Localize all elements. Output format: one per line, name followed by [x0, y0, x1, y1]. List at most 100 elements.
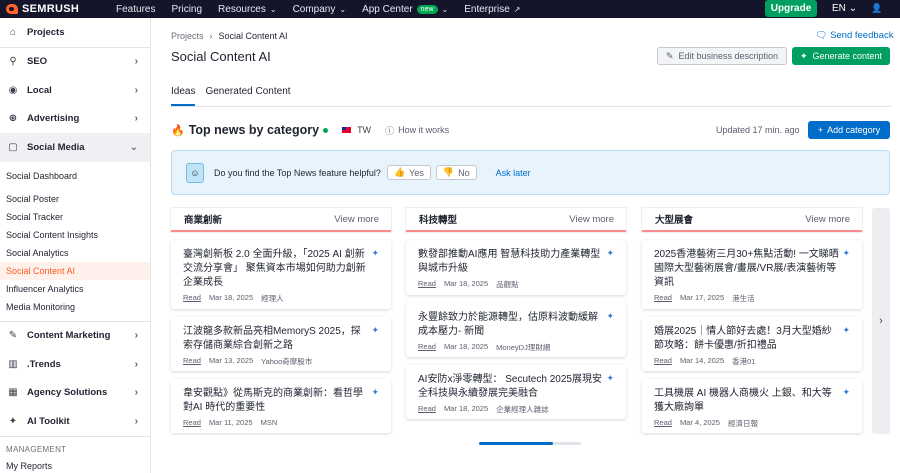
sidebar-subitem-media-monitoring[interactable]: Media Monitoring — [0, 298, 150, 316]
nav-app-center[interactable]: App Center new ⌄ — [362, 4, 448, 15]
sidebar-item-local[interactable]: ◉ Local › — [0, 76, 150, 105]
nav-resources[interactable]: Resources ⌄ — [218, 4, 277, 15]
news-card[interactable]: 工具機展 AI 機器人商機火 上銀、和大等獲大廠詢單 Read Mar 4, 20… — [642, 379, 862, 433]
main-content: Projects › Social Content AI 🗨 Send feedb… — [151, 18, 900, 473]
nav-pricing[interactable]: Pricing — [171, 4, 202, 15]
chevron-right-icon: › — [134, 358, 138, 370]
semrush-logo[interactable]: SEMRUSH — [6, 3, 116, 15]
nav-features[interactable]: Features — [116, 4, 155, 15]
read-link[interactable]: Read — [654, 293, 672, 304]
sidebar-item-trends[interactable]: ▥ .Trends › — [0, 350, 150, 379]
user-menu[interactable]: 👤⌄ — [871, 3, 887, 24]
sidebar-subitem-social-tracker[interactable]: Social Tracker — [0, 208, 150, 226]
news-card[interactable]: 江波龍多款新品亮相MemoryS 2025，探索存儲商業綜合創新之路 Read M… — [171, 317, 391, 371]
sparkle-icon[interactable]: ✦ — [371, 248, 379, 259]
nav-label: Features — [116, 3, 156, 15]
sparkle-icon[interactable]: ✦ — [606, 311, 614, 322]
news-date: Mar 18, 2025 — [208, 293, 254, 302]
sidebar-item-advertising[interactable]: ⊕ Advertising › — [0, 105, 150, 134]
send-feedback-link[interactable]: 🗨 Send feedback — [815, 30, 893, 41]
carousel-progress[interactable] — [479, 442, 581, 445]
read-link[interactable]: Read — [183, 356, 201, 367]
news-meta: Read Mar 18, 2025 企業經理人雜誌 — [418, 404, 614, 415]
edit-business-description-button[interactable]: ✎ Edit business description — [657, 47, 787, 65]
read-link[interactable]: Read — [654, 356, 672, 367]
fire-icon: 🔥 — [171, 124, 185, 137]
read-link[interactable]: Read — [418, 279, 436, 290]
generate-content-button[interactable]: ✦ Generate content — [792, 47, 890, 65]
breadcrumb-separator-icon: › — [209, 31, 213, 41]
sidebar-subitem-social-content-ai[interactable]: Social Content AI — [0, 261, 150, 280]
news-source: 企業經理人雜誌 — [496, 405, 549, 414]
sidebar-item-seo[interactable]: ⚲ SEO › — [0, 48, 150, 77]
sparkle-icon[interactable]: ✦ — [371, 387, 379, 398]
add-category-button[interactable]: + Add category — [808, 121, 890, 139]
news-title: 臺灣創新板 2.0 全面升級，「2025 AI 創新交流分享會」 聚焦資本市場如… — [183, 249, 366, 288]
sidebar-subitem-social-content-insights[interactable]: Social Content Insights — [0, 226, 150, 244]
upgrade-button[interactable]: Upgrade — [765, 0, 817, 17]
sparkle-icon[interactable]: ✦ — [842, 387, 850, 398]
sidebar-item-ai-toolkit[interactable]: ✦ AI Toolkit › — [0, 407, 150, 436]
news-source: MSN — [260, 418, 278, 427]
news-card[interactable]: 臺灣創新板 2.0 全面升級，「2025 AI 創新交流分享會」 聚焦資本市場如… — [171, 240, 391, 309]
sidebar-item-projects[interactable]: ⌂ Projects — [0, 18, 150, 47]
news-column: 商業創新 View more 臺灣創新板 2.0 全面升級，「2025 AI 創… — [171, 208, 391, 433]
read-link[interactable]: Read — [418, 404, 436, 415]
feedback-yes-button[interactable]: 👍 Yes — [386, 165, 431, 180]
sidebar-item-content-marketing[interactable]: ✎ Content Marketing › — [0, 322, 150, 351]
read-link[interactable]: Read — [183, 418, 201, 427]
sidebar-subitem-influencer-analytics[interactable]: Influencer Analytics — [0, 280, 150, 298]
feedback-question: Do you find the Top News feature helpful… — [214, 167, 381, 178]
social-icon: ▢ — [8, 141, 18, 153]
how-it-works-link[interactable]: ⓘ How it works — [385, 124, 449, 137]
nav-label: Company — [292, 3, 336, 15]
page-title: Social Content AI — [171, 49, 271, 64]
news-card[interactable]: 韋安觀點》從馬斯克的商業創新：看哲學對AI 時代的重要性 Read Mar 11,… — [171, 379, 391, 433]
column-header: 商業創新 View more — [171, 208, 391, 232]
tab-ideas[interactable]: Ideas — [171, 86, 196, 106]
news-card[interactable]: 永豐餘致力於能源轉型，估原料波動緩解成本壓力- 新聞 Read Mar 18, 2… — [406, 303, 626, 357]
tab-generated-content[interactable]: Generated Content — [205, 86, 290, 106]
sparkle-icon[interactable]: ✦ — [842, 325, 850, 336]
column-header: 科技轉型 View more — [406, 208, 626, 232]
read-link[interactable]: Read — [654, 418, 672, 429]
breadcrumb-projects[interactable]: Projects — [171, 31, 204, 41]
sidebar-subitem-my-reports[interactable]: My Reports — [0, 457, 150, 473]
sidebar-subitem-social-dashboard[interactable]: Social Dashboard — [0, 167, 150, 185]
news-column: 科技轉型 View more 數發部推動AI應用 智慧科技助力產業轉型與城市升級… — [406, 208, 626, 419]
view-more-link[interactable]: View more — [805, 214, 850, 225]
ask-later-link[interactable]: Ask later — [496, 168, 531, 178]
sparkle-icon[interactable]: ✦ — [606, 248, 614, 259]
breadcrumb-current: Social Content AI — [218, 31, 288, 41]
column-title: 科技轉型 — [419, 215, 458, 226]
chevron-right-icon: › — [134, 113, 138, 125]
news-card[interactable]: 2025香港藝術三月30+焦點活動! 一文睇晒國際大型藝術展會/畫展/VR展/表… — [642, 240, 862, 309]
sparkle-icon[interactable]: ✦ — [842, 248, 850, 259]
news-card[interactable]: AI安防x淨零轉型： Secutech 2025展現安全科技與永續發展完美融合 … — [406, 365, 626, 419]
news-date: Mar 18, 2025 — [443, 404, 489, 413]
nav-enterprise[interactable]: Enterprise ↗ — [464, 4, 520, 15]
view-more-link[interactable]: View more — [334, 214, 379, 225]
country-selector[interactable]: TW — [357, 125, 371, 135]
pencil-icon: ✎ — [665, 50, 674, 61]
sidebar-subitem-social-poster[interactable]: Social Poster — [0, 190, 150, 208]
news-card[interactable]: 數發部推動AI應用 智慧科技助力產業轉型與城市升級 Read Mar 18, 20… — [406, 240, 626, 295]
sidebar-item-agency-solutions[interactable]: ▦ Agency Solutions › — [0, 379, 150, 408]
language-selector[interactable]: EN ⌄ — [832, 3, 857, 14]
feedback-banner: ☺ Do you find the Top News feature helpf… — [171, 150, 890, 195]
next-columns-button[interactable]: › — [872, 208, 890, 434]
news-card[interactable]: 婚展2025｜情人節好去處！3月大型婚紗節攻略：餅卡優惠/折扣禮品 Read Ma… — [642, 317, 862, 371]
sparkle-icon[interactable]: ✦ — [371, 325, 379, 336]
feedback-no-button[interactable]: 👎 No — [435, 165, 477, 180]
view-more-link[interactable]: View more — [569, 214, 614, 225]
read-link[interactable]: Read — [418, 342, 436, 353]
sidebar-subitem-social-analytics[interactable]: Social Analytics — [0, 244, 150, 262]
read-link[interactable]: Read — [183, 293, 201, 304]
sidebar-item-label: SEO — [27, 56, 48, 68]
news-date: Mar 11, 2025 — [208, 418, 253, 427]
sparkle-icon[interactable]: ✦ — [606, 373, 614, 384]
content-icon: ✎ — [8, 330, 18, 342]
taiwan-flag-icon — [342, 127, 352, 133]
nav-company[interactable]: Company ⌄ — [293, 4, 347, 15]
sidebar-item-social-media[interactable]: ▢ Social Media ⌄ — [0, 133, 150, 162]
